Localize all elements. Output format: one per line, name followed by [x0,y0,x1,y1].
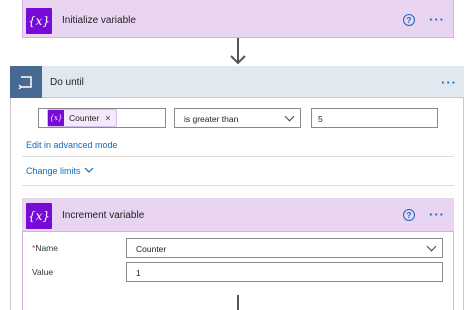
more-options-icon[interactable]: ··· [429,208,445,221]
change-limits-chevron-icon[interactable] [84,166,94,174]
initialize-variable-title: Initialize variable [62,15,136,26]
operator-value: is greater than [184,114,239,124]
edit-advanced-mode-link[interactable]: Edit in advanced mode [26,140,118,150]
help-icon[interactable]: ? [403,14,415,26]
arrow-down-icon [230,55,246,65]
value-label: Value [32,267,54,277]
name-label: *Name [32,243,58,253]
more-options-icon[interactable]: ··· [429,13,445,26]
do-until-title: Do until [50,77,84,88]
name-dropdown[interactable] [126,238,443,258]
counter-token[interactable]: {x} Counter × [47,109,117,127]
variable-icon: {x} [26,8,52,34]
help-icon[interactable]: ? [403,209,415,221]
value-input[interactable] [126,262,443,282]
divider [22,156,454,157]
increment-variable-title: Increment variable [62,210,145,221]
divider [22,185,454,186]
condition-right-operand[interactable] [311,108,438,128]
loop-icon [10,66,42,98]
value-text: 1 [136,268,141,278]
token-remove-icon[interactable]: × [105,113,110,123]
connector-bottom [237,295,239,310]
condition-value: 5 [318,114,323,124]
do-until-more-icon[interactable]: ··· [441,76,457,89]
token-variable-icon: {x} [48,110,64,126]
variable-icon: {x} [26,203,52,229]
change-limits-link[interactable]: Change limits [26,166,81,176]
name-value: Counter [136,244,167,254]
token-label: Counter [69,113,100,123]
